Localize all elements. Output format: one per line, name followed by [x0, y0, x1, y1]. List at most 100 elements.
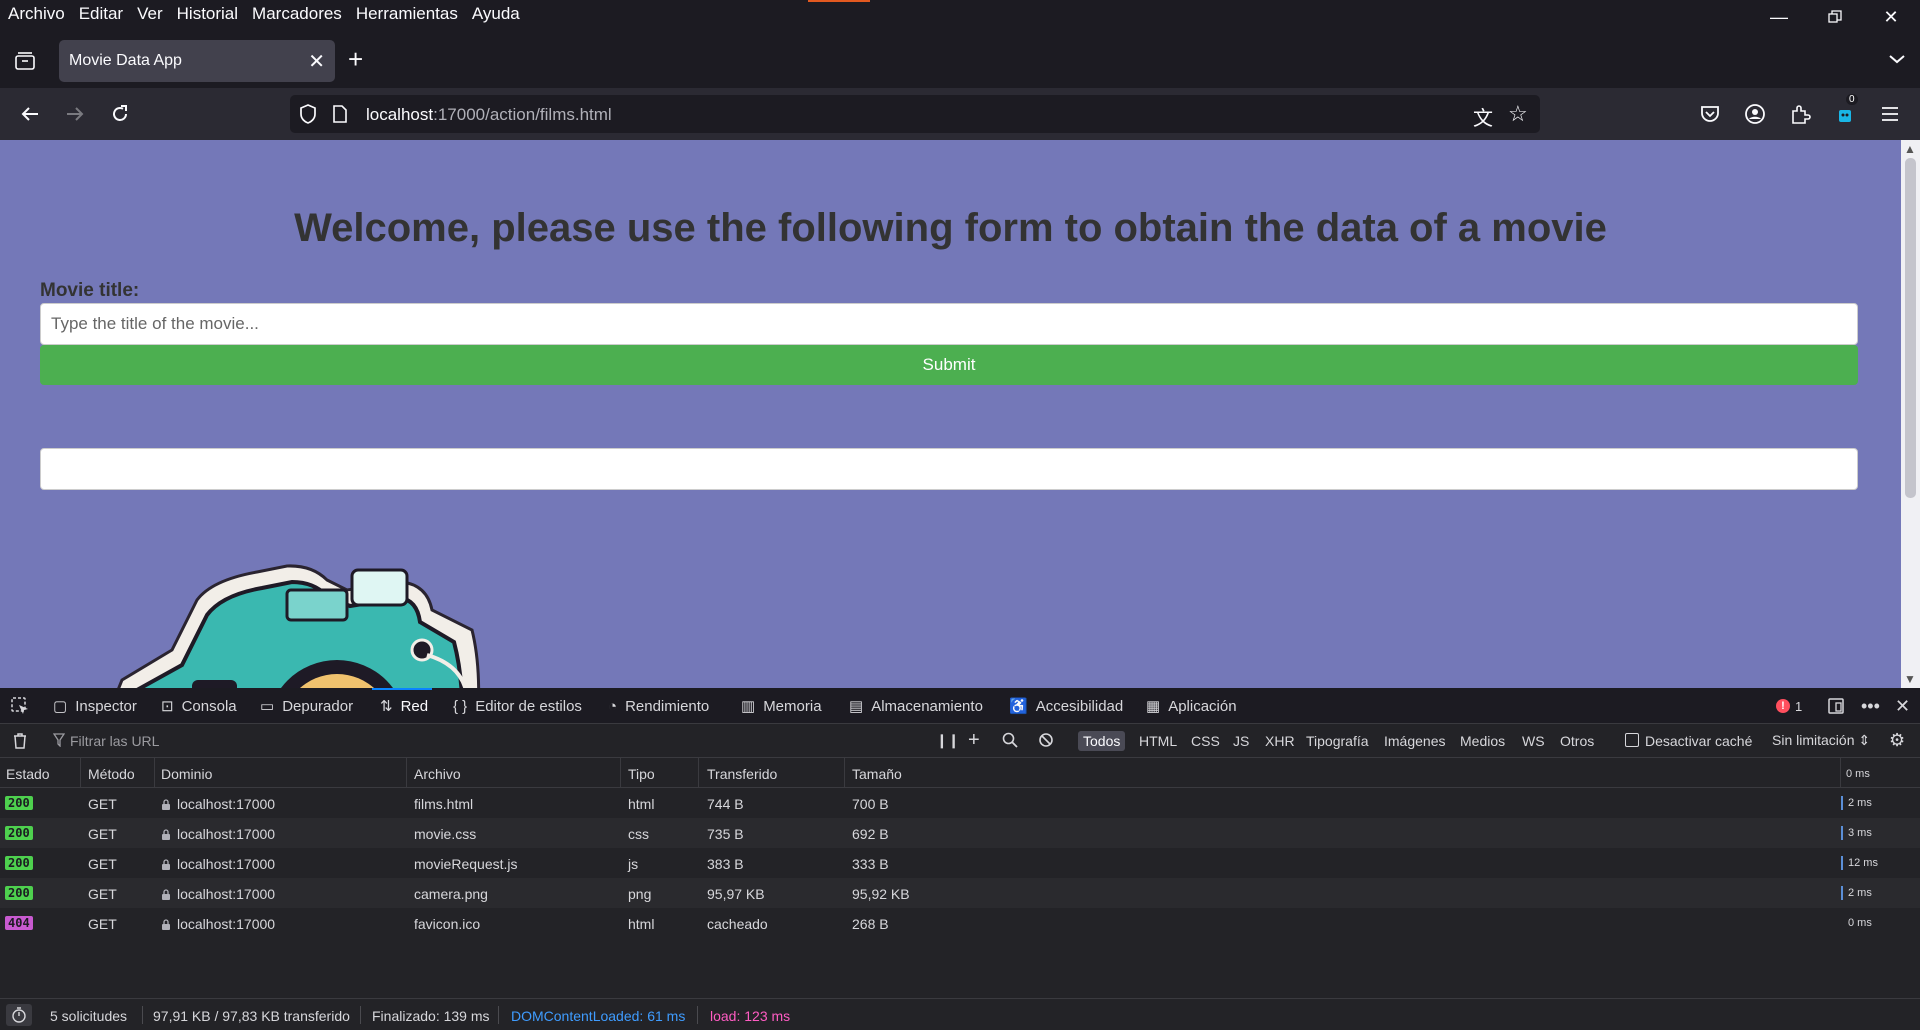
filter-xhr[interactable]: XHR — [1260, 731, 1300, 751]
submit-button[interactable]: Submit — [40, 345, 1858, 385]
list-tabs-chevron-icon[interactable] — [1888, 48, 1906, 71]
menu-historial[interactable]: Historial — [177, 4, 238, 24]
tab-memoria[interactable]: ▥ Memoria — [741, 688, 822, 724]
tab-red[interactable]: ⇅ Red — [371, 688, 433, 724]
col-tipo[interactable]: Tipo — [628, 766, 655, 782]
tab-editor-estilos[interactable]: { } Editor de estilos — [453, 688, 582, 724]
close-devtools-icon[interactable]: ✕ — [1895, 688, 1910, 724]
tab-accesibilidad-label: Accesibilidad — [1035, 697, 1124, 715]
status-badge: 200 — [5, 886, 33, 900]
row-time: 3 ms — [1848, 827, 1872, 839]
col-tamano[interactable]: Tamaño — [852, 766, 902, 782]
error-indicator[interactable]: ! 1 — [1776, 688, 1802, 724]
tab-aplicacion[interactable]: ▦ Aplicación — [1146, 688, 1237, 724]
disable-cache-checkbox[interactable] — [1625, 733, 1639, 747]
settings-gear-icon[interactable]: ⚙ — [1889, 730, 1905, 751]
hamburger-menu-icon[interactable] — [1876, 100, 1904, 128]
col-divider — [844, 758, 845, 788]
pocket-icon[interactable] — [1696, 100, 1724, 128]
throttling-select[interactable]: Sin limitación ⇕ — [1772, 732, 1870, 749]
table-row[interactable]: 200 GET localhost:17000 movie.css css 73… — [0, 818, 1920, 848]
waterfall-bar — [1841, 886, 1843, 900]
page-icon[interactable] — [332, 104, 348, 129]
forward-icon[interactable] — [59, 98, 91, 130]
filter-js[interactable]: JS — [1228, 731, 1254, 751]
menu-herramientas[interactable]: Herramientas — [356, 4, 458, 24]
movie-title-input[interactable] — [40, 303, 1858, 345]
col-metodo[interactable]: Método — [88, 766, 135, 782]
more-options-icon[interactable]: ••• — [1861, 688, 1880, 724]
disable-cache-label: Desactivar caché — [1645, 733, 1753, 749]
tab-almacenamiento[interactable]: ▤ Almacenamiento — [849, 688, 983, 724]
addon-badge: 0 — [1846, 94, 1858, 105]
filter-medios[interactable]: Medios — [1455, 731, 1510, 751]
translate-icon[interactable]: 文 — [1473, 102, 1493, 131]
menu-editar[interactable]: Editar — [79, 4, 123, 24]
tab-consola[interactable]: ⊡ Consola — [161, 688, 237, 724]
menu-bar: Archivo Editar Ver Historial Marcadores … — [0, 0, 1920, 28]
tab-rendimiento[interactable]: ◔ Rendimiento — [608, 688, 709, 724]
row-file: favicon.ico — [414, 916, 481, 932]
shield-icon[interactable] — [298, 103, 318, 130]
row-transferred: 744 B — [707, 796, 744, 812]
account-icon[interactable] — [1741, 100, 1769, 128]
col-estado[interactable]: Estado — [6, 766, 50, 782]
element-picker-icon[interactable] — [10, 688, 30, 724]
filter-urls-input[interactable]: Filtrar las URL — [70, 733, 159, 749]
summary-divider — [360, 1006, 361, 1024]
tab-inspector[interactable]: ▢ Inspector — [53, 688, 137, 724]
view-tabs-icon[interactable] — [12, 48, 38, 74]
bookmark-star-icon[interactable]: ☆ — [1508, 101, 1528, 127]
url-bar[interactable]: localhost:17000/action/films.html 文 ☆ — [290, 95, 1540, 133]
filter-ws[interactable]: WS — [1517, 731, 1550, 751]
table-row[interactable]: 200 GET localhost:17000 films.html html … — [0, 788, 1920, 818]
scroll-up-icon[interactable]: ▲ — [1904, 142, 1916, 156]
col-waterfall[interactable]: 0 ms — [1846, 768, 1870, 780]
back-icon[interactable] — [14, 98, 46, 130]
tab-accesibilidad[interactable]: ♿ Accesibilidad — [1009, 688, 1123, 724]
stopwatch-icon[interactable] — [6, 1004, 32, 1026]
menu-archivo[interactable]: Archivo — [8, 4, 65, 24]
extensions-icon[interactable] — [1786, 100, 1814, 128]
table-row[interactable]: 200 GET localhost:17000 movieRequest.js … — [0, 848, 1920, 878]
scroll-down-icon[interactable]: ▼ — [1904, 672, 1916, 686]
filter-tipografia[interactable]: Tipografía — [1301, 731, 1374, 751]
filter-html[interactable]: HTML — [1134, 731, 1182, 751]
tab-depurador[interactable]: ▭ Depurador — [260, 688, 353, 724]
movie-title-label: Movie title: — [40, 280, 140, 301]
tab-rendimiento-label: Rendimiento — [625, 697, 710, 715]
reload-icon[interactable] — [104, 98, 136, 130]
new-tab-icon[interactable]: + — [348, 46, 363, 72]
tab-close-icon[interactable]: ✕ — [308, 49, 325, 74]
row-transferred: cacheado — [707, 916, 768, 932]
col-dominio[interactable]: Dominio — [161, 766, 212, 782]
col-archivo[interactable]: Archivo — [414, 766, 461, 782]
col-transferido[interactable]: Transferido — [707, 766, 777, 782]
devtools-panel: ▢ Inspector ⊡ Consola ▭ Depurador ⇅ Red { } E… — [0, 688, 1920, 1030]
url-text[interactable]: localhost:17000/action/films.html — [366, 105, 612, 125]
page-scrollbar[interactable]: ▲ ▼ — [1901, 140, 1920, 688]
filter-todos[interactable]: Todos — [1078, 731, 1126, 751]
pause-icon[interactable]: ❙❙ — [936, 732, 959, 749]
menu-ayuda[interactable]: Ayuda — [472, 4, 520, 24]
close-window-icon[interactable]: ✕ — [1868, 0, 1914, 34]
scroll-thumb[interactable] — [1905, 158, 1916, 498]
minimize-icon[interactable]: — — [1756, 0, 1802, 34]
filter-otros[interactable]: Otros — [1555, 731, 1599, 751]
restore-icon[interactable] — [1812, 0, 1858, 34]
table-row[interactable]: 404 GET localhost:17000 favicon.ico html… — [0, 908, 1920, 938]
menu-ver[interactable]: Ver — [137, 4, 163, 24]
table-row[interactable]: 200 GET localhost:17000 camera.png png 9… — [0, 878, 1920, 908]
block-icon[interactable] — [1038, 732, 1054, 753]
add-request-icon[interactable]: + — [968, 729, 980, 752]
filter-css[interactable]: CSS — [1186, 731, 1225, 751]
filter-imagenes[interactable]: Imágenes — [1379, 731, 1450, 751]
responsive-design-icon[interactable] — [1827, 688, 1845, 724]
tab-editor-estilos-label: Editor de estilos — [475, 697, 582, 715]
row-domain-text: localhost:17000 — [177, 886, 276, 902]
search-icon[interactable] — [1002, 732, 1018, 753]
trash-icon[interactable] — [12, 732, 28, 755]
menu-marcadores[interactable]: Marcadores — [252, 4, 342, 24]
style-editor-icon: { } — [453, 697, 468, 715]
tab-movie-data-app[interactable]: Movie Data App ✕ — [59, 40, 335, 82]
